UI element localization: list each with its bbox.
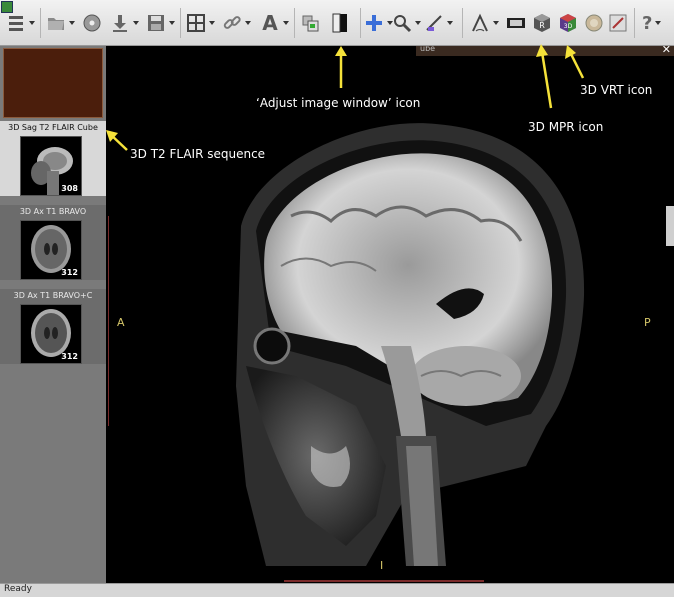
app-window: A R 3D ? 3D Sag T2 FLAIR Cube 308 3D Ax … [0, 0, 674, 597]
annotation-arrows [106, 44, 585, 151]
annotation-vrt: 3D VRT icon [580, 83, 653, 97]
annotation-mpr: 3D MPR icon [528, 120, 604, 134]
status-bar: Ready [0, 583, 674, 597]
annotation-adjust-window: ‘Adjust image window’ icon [256, 96, 421, 110]
status-text: Ready [4, 584, 32, 594]
annotation-flair-sequence: 3D T2 FLAIR sequence [130, 147, 266, 161]
